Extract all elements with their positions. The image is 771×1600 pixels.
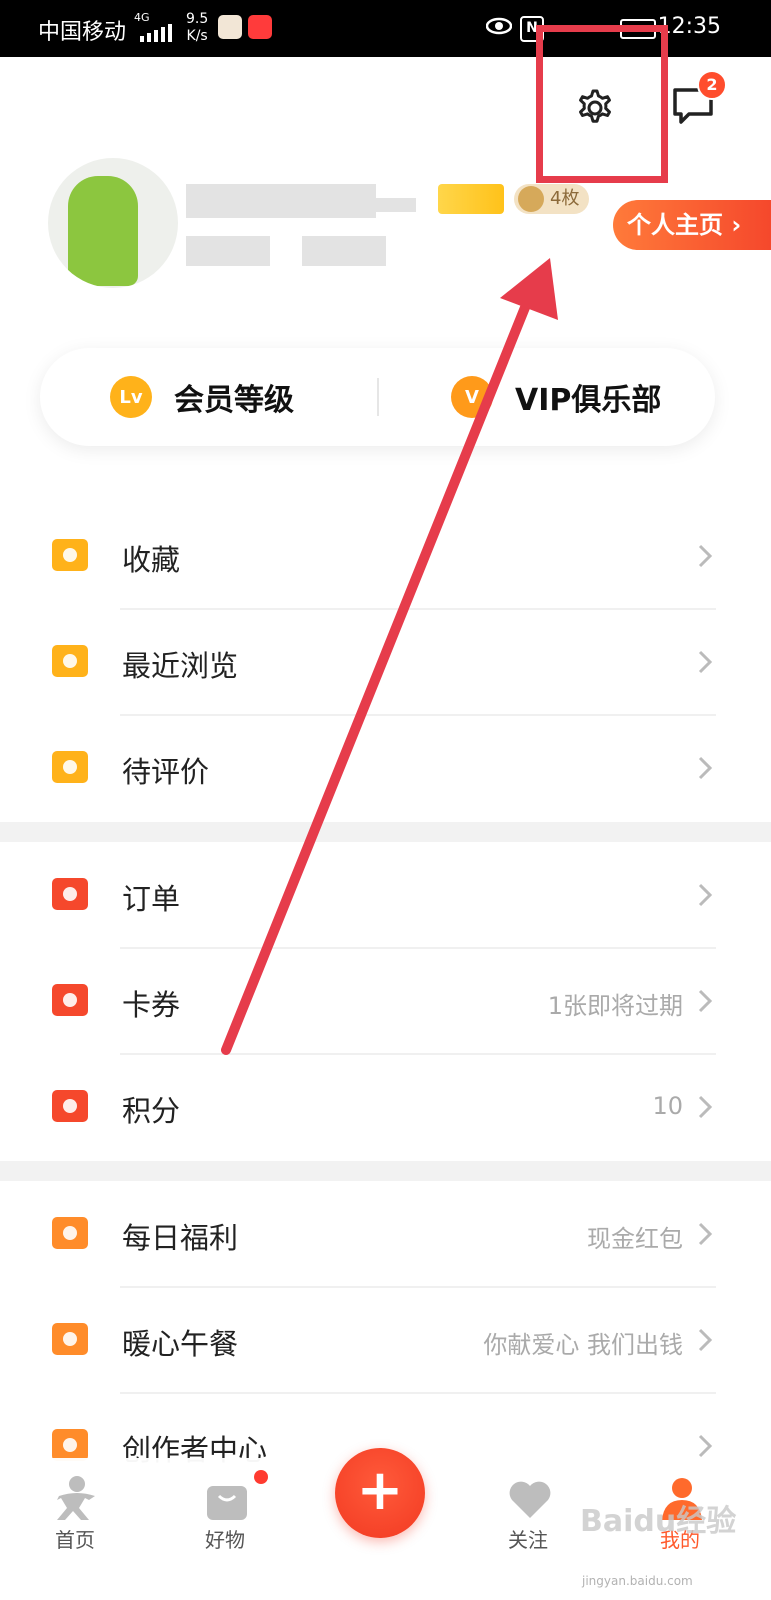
- net-speed: 9.5 K/s: [186, 11, 208, 45]
- chevron-right-icon: [695, 543, 715, 569]
- nav-follow[interactable]: 关注: [468, 1458, 588, 1600]
- goods-notification-dot: [254, 1470, 268, 1484]
- star-folder-icon: [50, 535, 90, 575]
- nav-goods[interactable]: 好物: [165, 1458, 285, 1600]
- menu-item[interactable]: 积分 10: [0, 1054, 771, 1160]
- menu-item-label: 积分: [122, 1094, 181, 1128]
- heart-hand-icon: [50, 1319, 90, 1359]
- username-blurred: [186, 184, 376, 218]
- chevron-right-icon: [695, 1327, 715, 1353]
- menu-item[interactable]: 待评价: [0, 715, 771, 821]
- menu-item[interactable]: 每日福利 现金红包: [0, 1181, 771, 1287]
- user-stat-blurred-2: [302, 236, 386, 266]
- chevron-right-icon: [695, 1433, 715, 1459]
- user-stat-blurred: [186, 236, 270, 266]
- network-type: 4G: [134, 11, 150, 24]
- medal-icon: [518, 186, 544, 212]
- chevron-right-icon: [695, 1221, 715, 1247]
- menu-item-detail: 10: [652, 1092, 683, 1120]
- app-notification-icon: [218, 15, 242, 39]
- user-level-tag: [438, 184, 504, 214]
- chevron-right-icon: [695, 649, 715, 675]
- menu-item-label: 每日福利: [122, 1221, 239, 1255]
- medal-tag[interactable]: 4枚: [514, 184, 590, 214]
- ticket-icon: [50, 980, 90, 1020]
- nav-goods-label: 好物: [205, 1528, 245, 1552]
- menu-item[interactable]: 卡券 1张即将过期: [0, 948, 771, 1054]
- section-gap: [0, 1161, 771, 1181]
- menu-item[interactable]: 暖心午餐 你献爱心 我们出钱: [0, 1287, 771, 1393]
- nav-home[interactable]: 首页: [15, 1458, 135, 1600]
- medal-count: 4枚: [550, 188, 580, 209]
- username-blurred-tail: [376, 198, 416, 212]
- points-icon: [50, 1086, 90, 1126]
- menu-item-label: 暖心午餐: [122, 1327, 239, 1361]
- menu-item-detail: 现金红包: [587, 1225, 683, 1253]
- avatar-android-figure: [68, 176, 138, 286]
- vip-badge-icon: V: [451, 376, 493, 418]
- home-person-icon: [57, 1476, 95, 1520]
- menu-item-label: 卡券: [122, 988, 181, 1022]
- watermark-url: jingyan.baidu.com: [582, 1574, 693, 1588]
- nav-home-label: 首页: [55, 1528, 95, 1552]
- net-speed-unit: K/s: [186, 28, 208, 44]
- menu-item-detail: 1张即将过期: [547, 992, 683, 1020]
- chevron-right-icon: [695, 755, 715, 781]
- menu-item[interactable]: 订单: [0, 842, 771, 948]
- profile-page-button[interactable]: 个人主页 ›: [613, 200, 771, 250]
- watermark: Baidu经验: [580, 1504, 737, 1539]
- message-badge: 2: [697, 70, 727, 100]
- vip-club-button[interactable]: V VIP俱乐部: [451, 348, 661, 446]
- store-notification-icon: [248, 15, 272, 39]
- chevron-right-icon: [695, 988, 715, 1014]
- clock-folder-icon: [50, 641, 90, 681]
- member-level-label: 会员等级: [174, 383, 294, 418]
- carrier-label: 中国移动: [38, 20, 127, 45]
- avatar[interactable]: [48, 158, 178, 288]
- shopping-bag-icon: [207, 1486, 247, 1520]
- menu-item-label: 收藏: [122, 543, 181, 577]
- signal-icon: [140, 24, 172, 42]
- heart-icon: [509, 1481, 551, 1518]
- chevron-right-icon: [695, 1094, 715, 1120]
- menu-item-label: 订单: [122, 882, 181, 916]
- section-gap: [0, 822, 771, 842]
- member-level-button[interactable]: Lv 会员等级: [110, 348, 294, 446]
- vip-club-label: VIP俱乐部: [515, 383, 662, 418]
- member-card: Lv 会员等级 V VIP俱乐部: [40, 348, 715, 446]
- eye-comfort-icon: [486, 17, 512, 35]
- clipboard-icon: [50, 874, 90, 914]
- red-envelope-icon: [50, 1213, 90, 1253]
- menu-item[interactable]: 收藏: [0, 503, 771, 609]
- menu-item[interactable]: 最近浏览: [0, 609, 771, 715]
- chevron-right-icon: [695, 882, 715, 908]
- level-badge-icon: Lv: [110, 376, 152, 418]
- menu-item-label: 最近浏览: [122, 649, 239, 683]
- nav-follow-label: 关注: [508, 1528, 548, 1552]
- add-button[interactable]: +: [335, 1448, 425, 1538]
- net-speed-value: 9.5: [186, 11, 209, 27]
- chat-bubble-icon: [50, 747, 90, 787]
- menu-item-label: 待评价: [122, 755, 210, 789]
- member-card-divider: [377, 378, 379, 416]
- annotation-highlight-box: [536, 25, 668, 183]
- menu-item-detail: 你献爱心 我们出钱: [483, 1331, 683, 1359]
